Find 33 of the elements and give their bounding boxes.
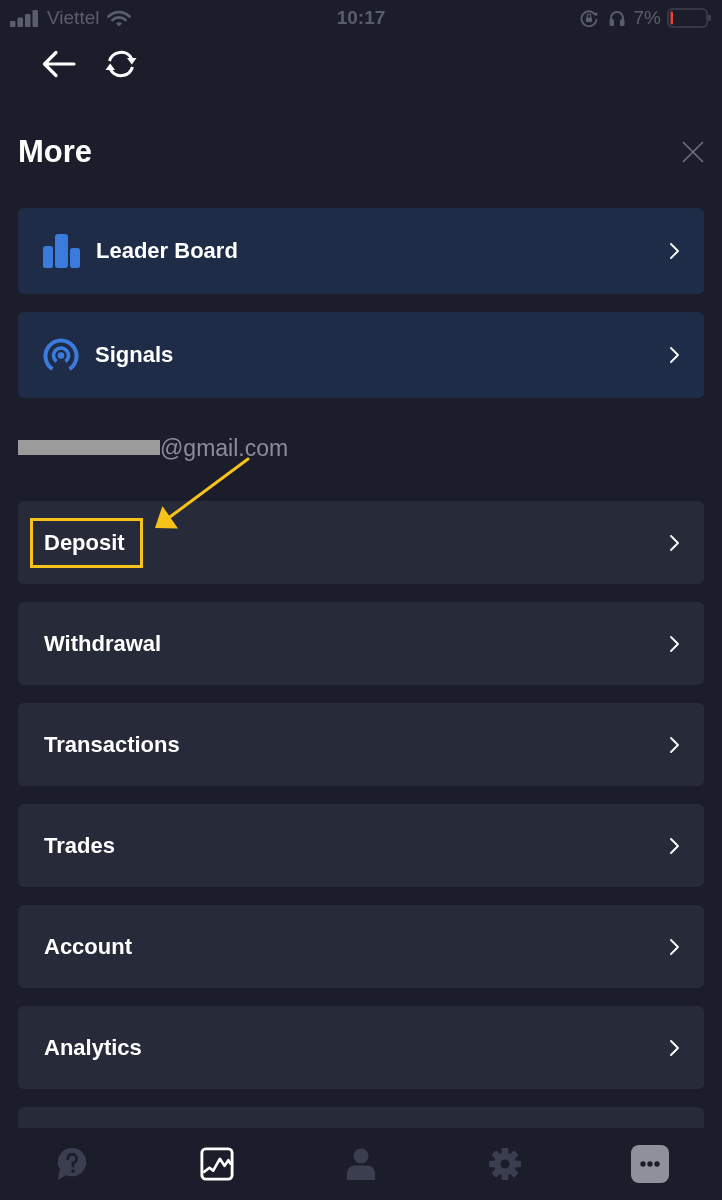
- leaderboard-button[interactable]: Leader Board: [18, 208, 704, 294]
- rotation-lock-icon: [579, 9, 598, 27]
- menu-item[interactable]: Account: [18, 905, 704, 988]
- battery-icon: [667, 8, 712, 28]
- chevron-right-icon: [669, 1038, 680, 1057]
- signal-bars-icon: [10, 9, 38, 27]
- podium-icon: [43, 234, 80, 268]
- back-arrow-icon: [42, 50, 76, 78]
- broadcast-icon: [43, 337, 79, 373]
- signals-button[interactable]: Signals: [18, 312, 704, 398]
- close-icon: [682, 141, 704, 163]
- headphones-icon: [607, 9, 626, 27]
- menu-item[interactable]: Analytics: [18, 1006, 704, 1089]
- chevron-right-icon: [669, 735, 680, 754]
- back-button[interactable]: [42, 50, 76, 78]
- chevron-right-icon: [669, 533, 680, 552]
- menu-item[interactable]: Withdrawal: [18, 602, 704, 685]
- more-tab[interactable]: [630, 1145, 669, 1183]
- wifi-icon: [107, 9, 132, 27]
- menu-item[interactable]: Deposit: [18, 501, 704, 584]
- chevron-right-icon: [669, 242, 680, 260]
- clock-time: 10:17: [336, 5, 386, 30]
- menu-item[interactable]: Transactions: [18, 703, 704, 786]
- close-button[interactable]: [682, 141, 704, 163]
- carrier-name: Viettel: [47, 5, 100, 30]
- chevron-right-icon: [669, 937, 680, 956]
- chevron-right-icon: [669, 634, 680, 653]
- battery-percent: 7%: [633, 5, 661, 30]
- chevron-right-icon: [669, 346, 680, 364]
- email-address: @gmail.com: [160, 435, 289, 461]
- chevron-right-icon: [669, 836, 680, 855]
- menu-item[interactable]: Trades: [18, 804, 704, 887]
- panel-title: More: [18, 134, 93, 170]
